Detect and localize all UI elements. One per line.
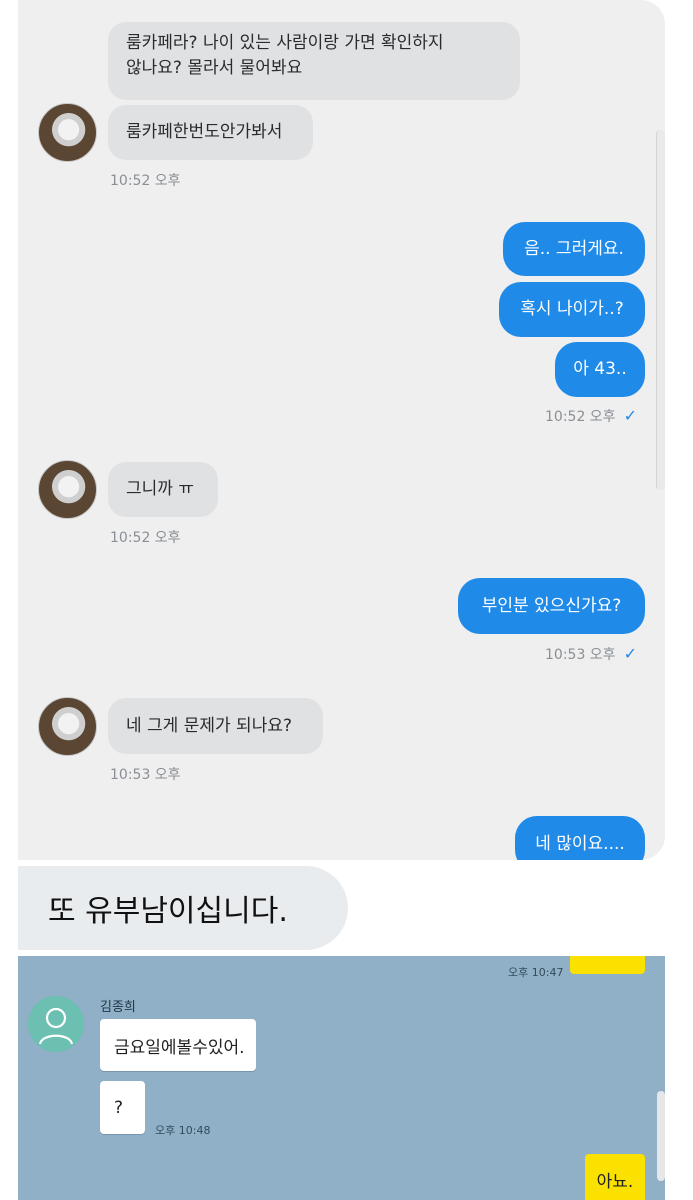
outgoing-message: 음.. 그러게요. bbox=[503, 222, 645, 276]
message-status: 10:52 오후 ✓ bbox=[545, 406, 637, 426]
message-time: 오후 10:48 bbox=[155, 1124, 211, 1137]
avatar[interactable] bbox=[38, 460, 97, 519]
outgoing-message: 네 많이요.... bbox=[515, 816, 645, 860]
outgoing-message: 아뇨. bbox=[585, 1154, 645, 1200]
message-time: 오후 10:47 bbox=[508, 966, 564, 979]
message-time: 10:53 오후 bbox=[545, 647, 616, 663]
message-text: 네 그게 문제가 되나요? bbox=[126, 716, 292, 736]
avatar[interactable] bbox=[38, 697, 97, 756]
avatar[interactable] bbox=[38, 103, 97, 162]
outgoing-message-partial bbox=[570, 956, 645, 974]
message-text: 아 43.. bbox=[573, 359, 627, 379]
caption-text: 또 유부남이십니다. bbox=[48, 894, 288, 929]
outgoing-message: 부인분 있으신가요? bbox=[458, 578, 645, 634]
message-text-line1: 룸카페라? 나이 있는 사람이랑 가면 확인하지 bbox=[126, 33, 444, 53]
incoming-message: 금요일에볼수있어. bbox=[100, 1019, 256, 1071]
default-profile-icon[interactable] bbox=[28, 996, 84, 1052]
read-check-icon: ✓ bbox=[623, 406, 637, 425]
message-text: ? bbox=[114, 1097, 124, 1118]
message-text: 네 많이요.... bbox=[535, 833, 625, 854]
outgoing-message: 아 43.. bbox=[555, 342, 645, 397]
message-text: 룸카페한번도안가봐서 bbox=[126, 122, 283, 142]
incoming-message: 그니까 ㅠ bbox=[108, 462, 218, 517]
bottom-chat-screenshot: 오후 10:47 김종희 금요일에볼수있어. ? 오후 10:48 아뇨. bbox=[18, 956, 665, 1200]
message-text: 음.. 그러게요. bbox=[524, 238, 624, 259]
message-text: 아뇨. bbox=[596, 1171, 634, 1192]
message-text: 부인분 있으신가요? bbox=[481, 595, 622, 616]
message-text: 혹시 나이가..? bbox=[520, 299, 624, 319]
scrollbar[interactable] bbox=[656, 130, 665, 490]
incoming-message: 네 그게 문제가 되나요? bbox=[108, 698, 323, 754]
message-status: 10:53 오후 ✓ bbox=[545, 644, 637, 664]
message-time: 10:52 오후 bbox=[110, 530, 181, 546]
caption-bubble: 또 유부남이십니다. bbox=[18, 866, 348, 950]
incoming-message: ? bbox=[100, 1081, 145, 1134]
incoming-message: 룸카페라? 나이 있는 사람이랑 가면 확인하지 않나요? 몰라서 물어봐요 bbox=[108, 22, 520, 100]
message-text: 그니까 ㅠ bbox=[126, 479, 194, 499]
outgoing-message: 혹시 나이가..? bbox=[499, 282, 645, 337]
message-time: 10:52 오후 bbox=[110, 173, 181, 189]
top-chat-screenshot: 룸카페라? 나이 있는 사람이랑 가면 확인하지 않나요? 몰라서 물어봐요 룸… bbox=[18, 0, 665, 860]
incoming-message: 룸카페한번도안가봐서 bbox=[108, 105, 313, 160]
scrollbar[interactable] bbox=[657, 1091, 665, 1181]
sender-name: 김종희 bbox=[100, 1000, 136, 1015]
message-text: 금요일에볼수있어. bbox=[114, 1037, 245, 1058]
message-time: 10:53 오후 bbox=[110, 767, 181, 783]
read-check-icon: ✓ bbox=[623, 644, 637, 663]
message-text-line2: 않나요? 몰라서 물어봐요 bbox=[126, 58, 303, 78]
message-time: 10:52 오후 bbox=[545, 409, 616, 425]
